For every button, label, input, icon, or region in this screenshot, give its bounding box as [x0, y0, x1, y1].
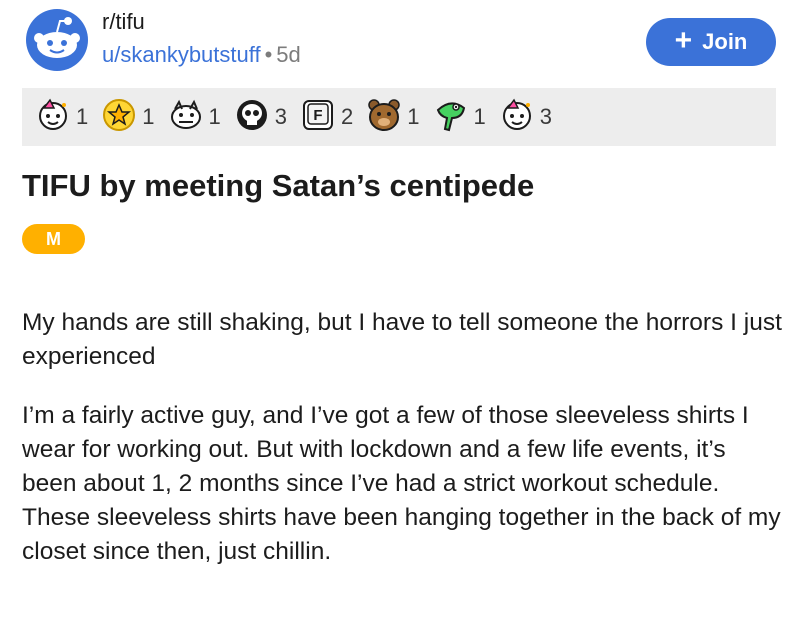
body-paragraph: My hands are still shaking, but I have t… — [22, 309, 782, 370]
join-button[interactable]: + Join — [646, 18, 776, 66]
award-count: 1 — [407, 104, 420, 129]
join-label: Join — [702, 29, 748, 54]
subreddit-name[interactable]: r/tifu — [102, 9, 145, 35]
award-count: 3 — [274, 104, 287, 129]
party-face-award-icon — [498, 96, 536, 139]
skull-award-icon — [233, 96, 271, 139]
gold-award-icon — [100, 96, 138, 139]
svg-text:F: F — [313, 107, 322, 124]
post-flair[interactable]: M — [22, 224, 85, 254]
award-item[interactable]: 3 — [498, 96, 552, 139]
award-item[interactable]: 3 — [233, 96, 287, 139]
award-item[interactable]: 1 — [432, 96, 486, 139]
award-count: 1 — [76, 104, 89, 129]
award-item[interactable]: 1 — [34, 96, 88, 139]
body-paragraph: I’m a fairly active guy, and I’ve got a … — [22, 402, 781, 565]
awards-bar[interactable]: 1 1 1 3 F 2 1 1 3 — [22, 88, 776, 146]
award-count: 1 — [142, 104, 155, 129]
award-count: 2 — [341, 104, 354, 129]
award-item[interactable]: 1 — [365, 96, 420, 139]
subreddit-icon[interactable] — [26, 9, 88, 71]
author-link[interactable]: u/skankybutstuff — [102, 42, 261, 67]
award-item[interactable]: 1 — [100, 96, 155, 139]
bear-award-icon — [365, 96, 403, 139]
green-creature-award-icon — [432, 96, 470, 139]
party-face-award-icon — [34, 96, 72, 139]
plus-icon: + — [674, 23, 693, 57]
award-count: 1 — [473, 104, 486, 129]
dragon-face-award-icon — [167, 96, 205, 139]
award-item[interactable]: 1 — [167, 96, 221, 139]
separator-dot: • — [264, 42, 273, 67]
post-body: My hands are still shaking, but I have t… — [22, 306, 782, 594]
f-key-award-icon: F — [299, 96, 337, 139]
post-age: 5d — [276, 42, 301, 67]
award-item[interactable]: F 2 — [299, 96, 353, 139]
award-count: 1 — [208, 104, 221, 129]
post-title[interactable]: TIFU by meeting Satan’s centipede — [22, 168, 534, 204]
award-count: 3 — [539, 104, 552, 129]
post-header: r/tifu u/skankybutstuff • 5d + Join — [16, 6, 784, 78]
post-meta: u/skankybutstuff • 5d — [102, 42, 301, 68]
